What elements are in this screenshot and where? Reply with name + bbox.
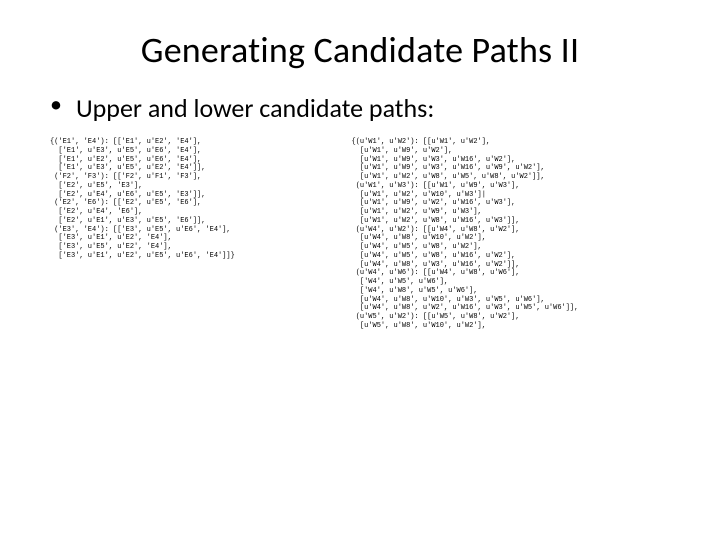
code-block-right: {(u'W1', u'W2'): [[u'W1', u'W2'], [u'W1'… bbox=[352, 138, 699, 331]
bullet-item: • Upper and lower candidate paths: bbox=[50, 92, 680, 124]
code-columns: {('E1', 'E4'): [['E1', u'E2', 'E4'], ['E… bbox=[50, 138, 680, 331]
bullet-dot-icon: • bbox=[50, 92, 62, 118]
code-block-left: {('E1', 'E4'): [['E1', u'E2', 'E4'], ['E… bbox=[50, 138, 334, 331]
slide: Generating Candidate Paths II • Upper an… bbox=[0, 0, 720, 540]
slide-title: Generating Candidate Paths II bbox=[40, 28, 680, 72]
bullet-text: Upper and lower candidate paths: bbox=[76, 92, 434, 124]
